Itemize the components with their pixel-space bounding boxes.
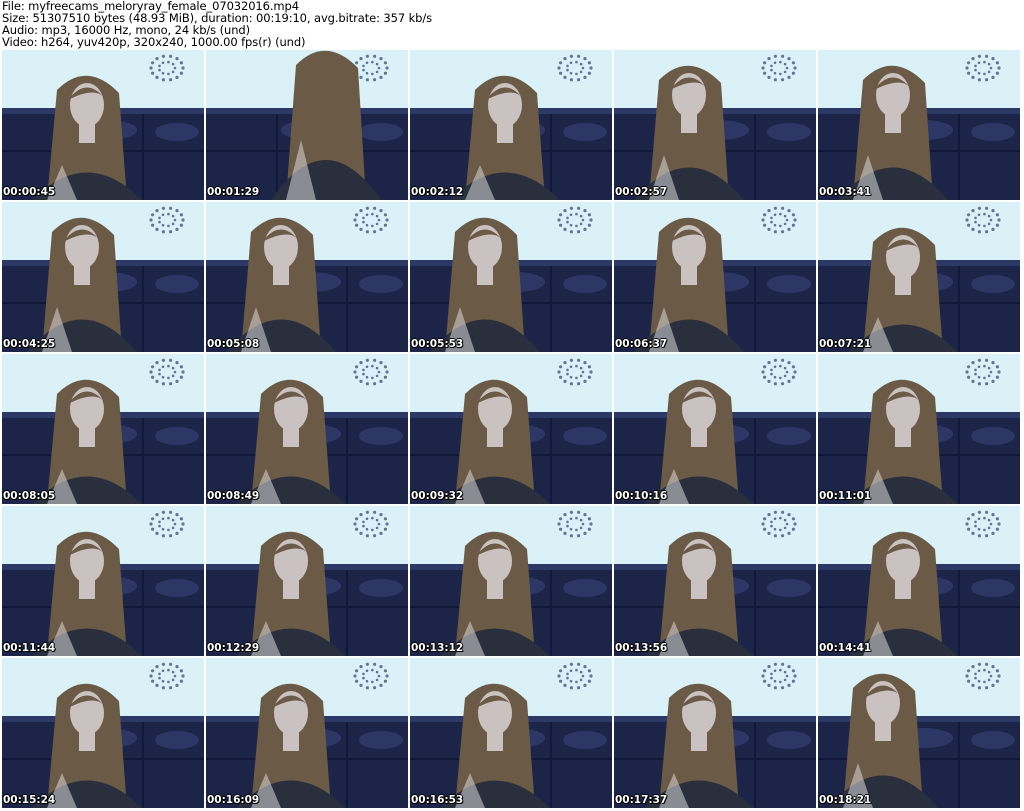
timestamp-label: 00:17:37 bbox=[615, 794, 668, 806]
frame-image bbox=[206, 506, 408, 656]
timestamp-label: 00:16:53 bbox=[411, 794, 464, 806]
frame-image bbox=[410, 658, 612, 808]
frame-image bbox=[206, 354, 408, 504]
frame-image bbox=[614, 354, 816, 504]
timestamp-label: 00:13:56 bbox=[615, 642, 668, 654]
frame-image bbox=[2, 354, 204, 504]
video-thumbnail: 00:05:53 bbox=[410, 202, 612, 352]
timestamp-label: 00:00:45 bbox=[3, 186, 56, 198]
timestamp-label: 00:16:09 bbox=[207, 794, 260, 806]
timestamp-label: 00:05:53 bbox=[411, 338, 464, 350]
video-thumbnail: 00:06:37 bbox=[614, 202, 816, 352]
timestamp-label: 00:01:29 bbox=[207, 186, 260, 198]
video-thumbnail: 00:00:45 bbox=[2, 50, 204, 200]
frame-image bbox=[818, 506, 1020, 656]
video-thumbnail: 00:11:44 bbox=[2, 506, 204, 656]
frame-image bbox=[2, 658, 204, 808]
timestamp-label: 00:15:24 bbox=[3, 794, 56, 806]
video-thumbnail: 00:09:32 bbox=[410, 354, 612, 504]
frame-image bbox=[818, 354, 1020, 504]
frame-image bbox=[410, 202, 612, 352]
frame-image bbox=[818, 50, 1020, 200]
timestamp-label: 00:08:49 bbox=[207, 490, 260, 502]
video-thumbnail: 00:13:56 bbox=[614, 506, 816, 656]
frame-image bbox=[206, 658, 408, 808]
video-thumbnail: 00:14:41 bbox=[818, 506, 1020, 656]
video-thumbnail: 00:08:49 bbox=[206, 354, 408, 504]
thumbnail-grid: 00:00:45 00:01:29 00:02:12 00:02:57 00:03:41… bbox=[2, 50, 1020, 808]
timestamp-label: 00:13:12 bbox=[411, 642, 464, 654]
frame-image bbox=[410, 354, 612, 504]
frame-image bbox=[818, 202, 1020, 352]
frame-image bbox=[818, 658, 1020, 808]
frame-image bbox=[410, 50, 612, 200]
video-thumbnail: 00:07:21 bbox=[818, 202, 1020, 352]
timestamp-label: 00:05:08 bbox=[207, 338, 260, 350]
timestamp-label: 00:03:41 bbox=[819, 186, 872, 198]
video-thumbnail: 00:12:29 bbox=[206, 506, 408, 656]
frame-image bbox=[2, 202, 204, 352]
frame-image bbox=[614, 50, 816, 200]
frame-image bbox=[206, 202, 408, 352]
timestamp-label: 00:10:16 bbox=[615, 490, 668, 502]
timestamp-label: 00:02:12 bbox=[411, 186, 464, 198]
timestamp-label: 00:11:44 bbox=[3, 642, 56, 654]
video-thumbnail: 00:17:37 bbox=[614, 658, 816, 808]
file-info-header: File: myfreecams_meloryray_female_070320… bbox=[2, 0, 432, 48]
frame-image bbox=[614, 658, 816, 808]
frame-image bbox=[614, 506, 816, 656]
video-thumbnail: 00:13:12 bbox=[410, 506, 612, 656]
timestamp-label: 00:09:32 bbox=[411, 490, 464, 502]
timestamp-label: 00:11:01 bbox=[819, 490, 872, 502]
video-thumbnail: 00:16:53 bbox=[410, 658, 612, 808]
frame-image bbox=[2, 50, 204, 200]
timestamp-label: 00:04:25 bbox=[3, 338, 56, 350]
timestamp-label: 00:12:29 bbox=[207, 642, 260, 654]
timestamp-label: 00:08:05 bbox=[3, 490, 56, 502]
video-thumbnail: 00:03:41 bbox=[818, 50, 1020, 200]
video-thumbnail: 00:16:09 bbox=[206, 658, 408, 808]
video-thumbnail: 00:02:57 bbox=[614, 50, 816, 200]
frame-image bbox=[2, 506, 204, 656]
video-thumbnail: 00:08:05 bbox=[2, 354, 204, 504]
video-thumbnail: 00:04:25 bbox=[2, 202, 204, 352]
video-info-line: Video: h264, yuv420p, 320x240, 1000.00 f… bbox=[2, 35, 306, 49]
frame-image bbox=[614, 202, 816, 352]
timestamp-label: 00:14:41 bbox=[819, 642, 872, 654]
video-thumbnail: 00:11:01 bbox=[818, 354, 1020, 504]
video-thumbnail: 00:05:08 bbox=[206, 202, 408, 352]
video-thumbnail: 00:02:12 bbox=[410, 50, 612, 200]
video-thumbnail: 00:15:24 bbox=[2, 658, 204, 808]
video-thumbnail: 00:18:21 bbox=[818, 658, 1020, 808]
frame-image bbox=[410, 506, 612, 656]
video-thumbnail: 00:01:29 bbox=[206, 50, 408, 200]
timestamp-label: 00:18:21 bbox=[819, 794, 872, 806]
frame-image bbox=[206, 50, 408, 200]
timestamp-label: 00:07:21 bbox=[819, 338, 872, 350]
timestamp-label: 00:02:57 bbox=[615, 186, 668, 198]
video-thumbnail: 00:10:16 bbox=[614, 354, 816, 504]
timestamp-label: 00:06:37 bbox=[615, 338, 668, 350]
